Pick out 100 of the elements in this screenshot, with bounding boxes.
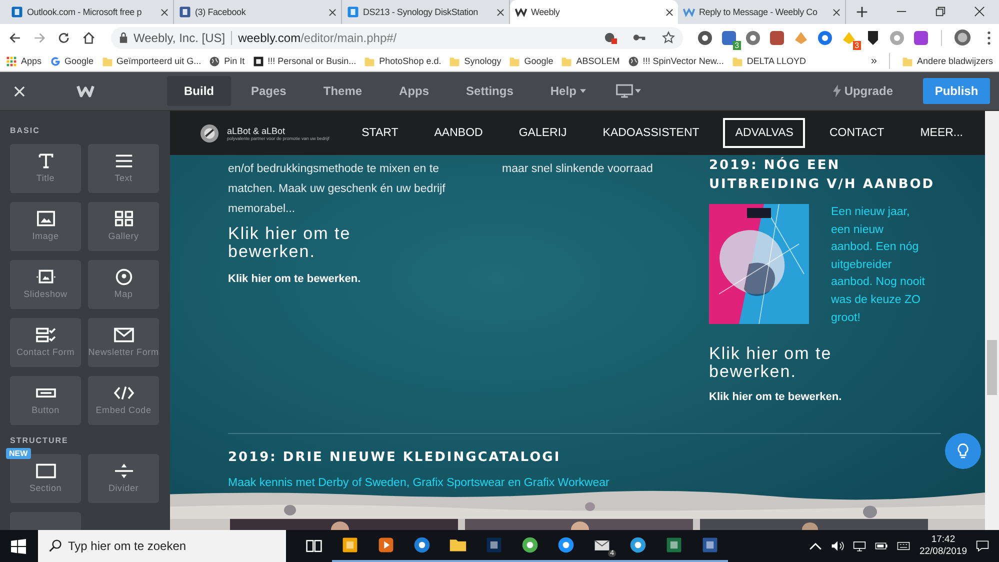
- editor-tab[interactable]: Pages: [234, 76, 304, 106]
- bookmark[interactable]: Google: [509, 56, 554, 66]
- star-icon[interactable]: [662, 31, 676, 44]
- close-icon[interactable]: [974, 6, 985, 17]
- section-heading: BASIC: [10, 126, 41, 135]
- tile-label: Map: [114, 289, 133, 299]
- weebly-logo-icon[interactable]: [76, 84, 95, 98]
- extension-icon[interactable]: [697, 30, 714, 46]
- notification-icon[interactable]: [976, 540, 989, 552]
- caret-icon: [635, 89, 642, 93]
- speaker-icon[interactable]: [831, 540, 844, 552]
- bookmark-label: !!! SpinVector New...: [642, 56, 724, 66]
- close-tab-icon[interactable]: [329, 8, 336, 16]
- app-icon[interactable]: [413, 536, 431, 554]
- editor-tab[interactable]: Apps: [382, 76, 446, 106]
- close-tab-icon[interactable]: [666, 8, 673, 16]
- form-icon: [34, 326, 56, 344]
- folder-icon: [449, 56, 460, 66]
- app-icon[interactable]: [701, 536, 719, 554]
- divider-icon: [112, 462, 134, 480]
- bookmark-label: Andere bladwijzers: [916, 56, 993, 66]
- bookmark[interactable]: Synology: [449, 56, 502, 66]
- home-icon[interactable]: [82, 30, 96, 44]
- app-icon[interactable]: [341, 536, 359, 554]
- help-button[interactable]: [945, 433, 981, 469]
- new-badge: NEW: [6, 448, 31, 459]
- bookmark[interactable]: !!! Personal or Busin...: [252, 56, 356, 66]
- envelope-icon: [112, 326, 134, 344]
- chevron-up-icon[interactable]: [809, 540, 822, 552]
- clock[interactable]: 17:42 22/08/2019: [919, 534, 967, 558]
- app-icon[interactable]: [629, 536, 647, 554]
- site-nav-link[interactable]: MEER...: [908, 118, 975, 148]
- bookmark[interactable]: Pin It: [209, 56, 245, 66]
- editor-tab[interactable]: Settings: [449, 76, 530, 106]
- site-nav-link[interactable]: GALERIJ: [506, 118, 579, 148]
- tile-label: Button: [32, 405, 60, 415]
- site-nav-link[interactable]: ADVALVAS: [723, 118, 806, 148]
- tile-label: Slideshow: [24, 289, 68, 299]
- network-icon[interactable]: [853, 540, 866, 552]
- windows-start-icon[interactable]: [11, 538, 26, 554]
- address-bar[interactable]: Weebly, Inc. [US] weebly.com/editor/main.php#/: [110, 26, 684, 48]
- profile-avatar[interactable]: [954, 29, 972, 46]
- tab-favicon-icon: [11, 6, 23, 18]
- folder-icon: [902, 56, 913, 66]
- editor-tab[interactable]: Theme: [306, 76, 380, 106]
- bookmark[interactable]: ABSOLEM: [561, 56, 620, 66]
- search-icon: [48, 539, 62, 553]
- bookmark[interactable]: PhotoShop e.d.: [364, 56, 442, 66]
- tile-label: Section: [29, 483, 62, 493]
- scrollbar[interactable]: [985, 111, 999, 530]
- bookmark-label: DELTA LLOYD: [746, 56, 806, 66]
- tile-label: Image: [32, 231, 59, 241]
- bookmark[interactable]: Geïmporteerd uit G...: [102, 56, 202, 66]
- back-icon[interactable]: [8, 30, 22, 44]
- reload-icon[interactable]: [57, 30, 71, 44]
- editor-tab[interactable]: Help: [533, 76, 604, 106]
- app-icon[interactable]: [377, 536, 395, 554]
- task-view-icon[interactable]: [305, 537, 323, 555]
- bookmark-label: Google: [64, 56, 94, 66]
- tab-title: Weebly: [531, 7, 561, 17]
- lightbulb-icon: [957, 443, 969, 459]
- section-icon: [34, 462, 56, 480]
- bookmark[interactable]: DELTA LLOYD: [732, 56, 806, 66]
- editor-tab[interactable]: Build: [167, 76, 231, 106]
- site-nav-link[interactable]: KADOASSISTENT: [590, 118, 712, 148]
- app-icon[interactable]: [557, 536, 575, 554]
- battery-icon[interactable]: [875, 540, 888, 552]
- tab-title: Reply to Message - Weebly Co: [699, 7, 818, 17]
- folder-icon: [509, 56, 520, 66]
- search-field[interactable]: Typ hier om te zoeken: [38, 530, 286, 562]
- site-nav-link[interactable]: START: [350, 118, 410, 148]
- bookmark[interactable]: !!! SpinVector New...: [628, 56, 724, 66]
- tab-favicon-icon: [179, 6, 191, 18]
- bookmark[interactable]: Apps: [6, 56, 42, 66]
- section-title: 2019: DRIE NIEUWE KLEDINGCATALOGI: [228, 450, 561, 466]
- close-tab-icon[interactable]: [833, 8, 840, 16]
- body-text: Klik hier om te bewerken.: [709, 391, 843, 404]
- app-icon[interactable]: [521, 536, 539, 554]
- browser-tab[interactable]: Weebly: [510, 0, 678, 24]
- upgrade-button[interactable]: Upgrade: [829, 80, 897, 102]
- app-icon[interactable]: [665, 536, 683, 554]
- bookmark[interactable]: Google: [50, 56, 94, 66]
- section-subtitle: Maak kennis met Derby of Sweden, Grafix Sportswear en Grafix Workwear: [228, 477, 610, 490]
- tab-favicon-icon: [515, 6, 527, 18]
- close-tab-icon[interactable]: [161, 8, 168, 16]
- section-heading: STRUCTURE: [10, 436, 70, 445]
- blocked-cookie-icon[interactable]: [604, 31, 618, 44]
- app-icon[interactable]: [485, 536, 503, 554]
- more-bookmarks-button[interactable]: »: [870, 55, 877, 67]
- site-nav-link[interactable]: CONTACT: [817, 118, 896, 148]
- bookmark[interactable]: Andere bladwijzers: [902, 56, 993, 66]
- folder-icon: [364, 56, 376, 66]
- restore-icon[interactable]: [935, 6, 946, 17]
- close-tab-icon[interactable]: [497, 8, 504, 16]
- site-nav-link[interactable]: AANBOD: [422, 118, 495, 148]
- bookmark-label: Apps: [21, 56, 42, 66]
- new-tab-icon[interactable]: [856, 6, 868, 18]
- folder-icon: [102, 56, 113, 66]
- keyboard-icon[interactable]: [897, 540, 910, 552]
- menu-icon[interactable]: [987, 30, 992, 44]
